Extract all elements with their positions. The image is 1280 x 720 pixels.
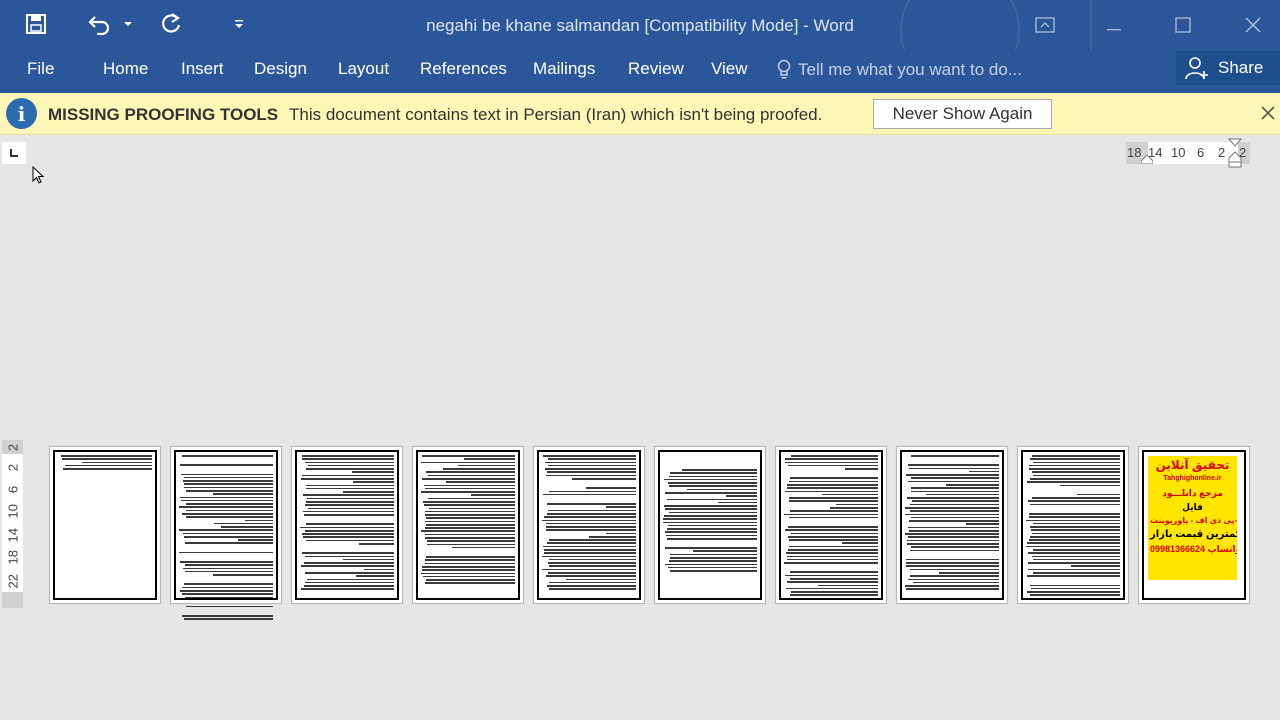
info-icon: i (6, 98, 37, 129)
page-thumbnail[interactable] (291, 446, 403, 604)
maximize-icon[interactable] (1160, 10, 1206, 40)
ruler-tick: 2 (1218, 145, 1226, 160)
page-thumbnail[interactable] (896, 446, 1008, 604)
ruler-tick: 18 (1127, 145, 1142, 160)
ribbon-tabs: File Home Insert Design Layout Reference… (0, 50, 1280, 93)
ruler-tick: 6 (5, 485, 21, 494)
left-tab-icon (10, 149, 18, 157)
tell-me-placeholder: Tell me what you want to do... (798, 60, 1022, 79)
page-thumbnail[interactable] (654, 446, 766, 604)
ad-line: فایل (1182, 502, 1203, 512)
indent-marker-icon[interactable] (1141, 155, 1153, 164)
ruler-tick: 10 (5, 504, 21, 519)
document-pages: تحقیق آنلاین Tahghighonline.ir مرجع دانل… (46, 446, 1250, 620)
tab-home[interactable]: Home (103, 59, 148, 79)
page-thumbnail[interactable] (775, 446, 887, 604)
page-thumbnail[interactable] (1017, 446, 1129, 604)
ruler-tick: 22 (5, 574, 21, 589)
message-bar: i MISSING PROOFING TOOLS This document c… (0, 93, 1280, 135)
close-icon[interactable] (1230, 10, 1276, 40)
page-thumbnail[interactable] (49, 446, 161, 604)
ruler-tick: 6 (1197, 145, 1205, 160)
page-thumbnail-advertisement[interactable]: تحقیق آنلاین Tahghighonline.ir مرجع دانل… (1138, 446, 1250, 604)
message-title: MISSING PROOFING TOOLS (48, 105, 279, 124)
tab-mailings[interactable]: Mailings (533, 59, 595, 79)
ruler-tick: 18 (5, 550, 21, 565)
tell-me-box[interactable]: Tell me what you want to do... (776, 59, 1022, 81)
ruler-tick: 2 (5, 463, 21, 472)
ribbon-display-options-icon[interactable] (1022, 10, 1068, 40)
ad-line: ورد-پی دی اف - پاورپوینت (1150, 516, 1237, 525)
ad-line: Tahghighonline.ir (1163, 475, 1222, 482)
right-indent-marker-icon[interactable] (1228, 138, 1242, 168)
page-thumbnail[interactable] (412, 446, 524, 604)
ad-line: 09981366624 واتساپ (1150, 544, 1237, 554)
tab-selector[interactable] (2, 142, 26, 164)
tab-layout[interactable]: Layout (338, 59, 389, 79)
page-thumbnail[interactable] (170, 446, 282, 620)
tab-insert[interactable]: Insert (181, 59, 224, 79)
ad-line: با کمترین قیمت بازار (1150, 529, 1237, 540)
ruler-bottom-margin (2, 592, 23, 608)
tab-design[interactable]: Design (254, 59, 307, 79)
tab-view[interactable]: View (711, 59, 748, 79)
tab-file[interactable]: File (27, 59, 54, 79)
window-title: negahi be khane salmandan [Compatibility… (426, 16, 854, 35)
minimize-icon[interactable] (1091, 10, 1137, 40)
tab-review[interactable]: Review (628, 59, 684, 79)
ad-line: مرجع دانلـــود (1162, 488, 1223, 498)
share-label: Share (1218, 58, 1264, 77)
vertical-ruler[interactable]: 2 2 6 10 14 18 22 (2, 440, 23, 608)
ruler-tick: 10 (1171, 145, 1186, 160)
close-message-icon[interactable] (1258, 103, 1278, 123)
title-bar: negahi be khane salmandan [Compatibility… (0, 0, 1280, 50)
share-button[interactable]: Share (1176, 51, 1280, 85)
person-add-icon (1185, 57, 1208, 80)
tab-references[interactable]: References (420, 59, 507, 79)
horizontal-ruler[interactable]: 18 14 10 6 2 2 (1126, 138, 1250, 168)
ruler-tick: 14 (5, 528, 21, 543)
advertisement-image: تحقیق آنلاین Tahghighonline.ir مرجع دانل… (1148, 456, 1237, 580)
ruler-tick: 2 (5, 443, 21, 452)
mouse-pointer-icon (32, 165, 46, 186)
message-text: This document contains text in Persian (… (289, 105, 823, 124)
lightbulb-icon (777, 59, 791, 79)
page-thumbnail[interactable] (533, 446, 645, 604)
never-show-again-button[interactable]: Never Show Again (873, 99, 1052, 129)
ad-line: تحقیق آنلاین (1155, 458, 1230, 472)
